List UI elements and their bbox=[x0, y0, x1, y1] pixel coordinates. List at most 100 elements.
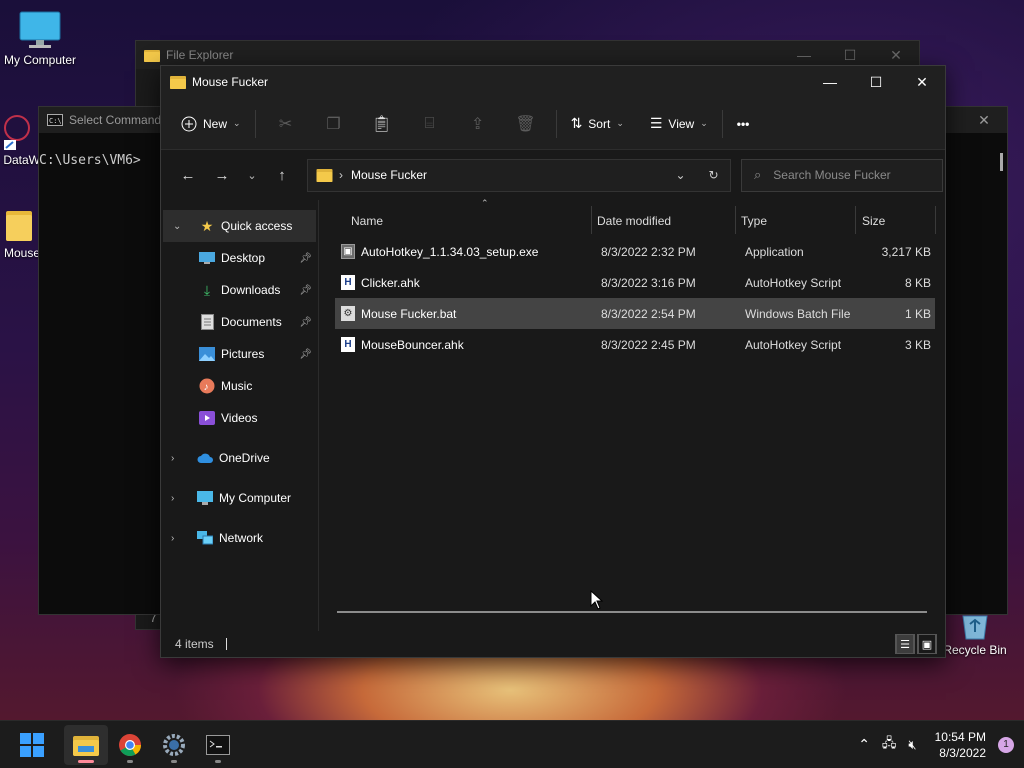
breadcrumb-current[interactable]: Mouse Fucker bbox=[351, 168, 427, 182]
pin-icon[interactable]: 📌︎ bbox=[299, 349, 312, 360]
rename-button[interactable]: ⌸ bbox=[406, 108, 454, 140]
nav-quick-access[interactable]: ⌄ ★ Quick access bbox=[163, 210, 316, 242]
up-button[interactable]: ↑ bbox=[265, 167, 299, 184]
ahk-script-icon: H bbox=[341, 275, 355, 290]
copy-button[interactable]: ❐ bbox=[310, 108, 358, 140]
sort-ascending-icon: ⌃ bbox=[481, 198, 489, 208]
application-icon: ▣ bbox=[341, 244, 355, 259]
view-label: View bbox=[668, 116, 695, 131]
share-button[interactable]: ⇪ bbox=[454, 108, 502, 140]
nav-item-downloads[interactable]: ⤓ Downloads 📌︎ bbox=[161, 274, 318, 306]
nav-item-desktop[interactable]: Desktop 📌︎ bbox=[161, 242, 318, 274]
nav-item-videos[interactable]: Videos bbox=[161, 402, 318, 434]
paste-button[interactable]: 📋︎ bbox=[358, 108, 406, 140]
file-row[interactable]: H MouseBouncer.ahk 8/3/2022 2:45 PM AutoH… bbox=[335, 329, 935, 360]
scrollbar[interactable] bbox=[991, 133, 1007, 614]
view-button[interactable]: ☰ View ⌄ bbox=[642, 108, 716, 140]
delete-button[interactable]: 🗑︎ bbox=[502, 108, 550, 140]
maximize-button[interactable]: ☐ bbox=[827, 47, 873, 64]
cut-button[interactable]: ✂ bbox=[262, 108, 310, 140]
clock-time: 10:54 PM bbox=[934, 729, 986, 744]
sort-button[interactable]: ⇅ Sort ⌄ bbox=[563, 108, 632, 140]
clock[interactable]: 10:54 PM 8/3/2022 bbox=[935, 729, 986, 761]
pin-icon[interactable]: 📌︎ bbox=[299, 253, 312, 264]
column-header-date[interactable]: Date modified bbox=[597, 206, 671, 236]
address-history-button[interactable]: ⌄ bbox=[664, 168, 697, 182]
close-button[interactable]: ✕ bbox=[961, 112, 1007, 129]
more-options-button[interactable]: ••• bbox=[729, 108, 758, 140]
column-divider[interactable] bbox=[935, 206, 936, 234]
forward-button[interactable]: → bbox=[205, 167, 239, 184]
column-header-type[interactable]: Type bbox=[741, 206, 767, 236]
nav-item-onedrive[interactable]: › OneDrive bbox=[161, 442, 318, 474]
close-button[interactable]: ✕ bbox=[873, 47, 919, 64]
arrow-right-icon: → bbox=[214, 166, 230, 184]
ahk-script-icon: H bbox=[341, 337, 355, 352]
file-explorer-window[interactable]: Mouse Fucker — ☐ ✕ New ⌄ ✂ ❐ 📋︎ ⌸ ⇪ 🗑︎ ⇅… bbox=[160, 65, 946, 658]
file-row-selected[interactable]: ⚙ Mouse Fucker.bat 8/3/2022 2:54 PM Windo… bbox=[335, 298, 935, 329]
toolbar-divider bbox=[721, 109, 723, 138]
nav-item-my-computer[interactable]: › My Computer bbox=[161, 482, 318, 514]
details-view-button[interactable]: ☰ bbox=[895, 634, 915, 654]
nav-item-network[interactable]: › Network bbox=[161, 522, 318, 554]
pin-icon[interactable]: 📌︎ bbox=[299, 317, 312, 328]
column-header-size[interactable]: Size bbox=[862, 206, 885, 236]
chevron-right-icon: › bbox=[171, 532, 175, 544]
nav-item-pictures[interactable]: Pictures 📌︎ bbox=[161, 338, 318, 370]
search-icon: ⌕ bbox=[754, 167, 762, 182]
desktop-icon-label: Recycle Bin bbox=[943, 643, 1007, 657]
volume-muted-icon[interactable]: 🔇︎ bbox=[908, 737, 916, 753]
desktop-icon-recycle-bin[interactable]: Recycle Bin bbox=[935, 612, 1015, 657]
taskbar-settings[interactable] bbox=[152, 725, 196, 765]
taskbar-terminal[interactable] bbox=[196, 725, 240, 765]
file-row[interactable]: ▣ AutoHotkey_1.1.34.03_setup.exe 8/3/2022… bbox=[335, 236, 935, 267]
new-button[interactable]: New ⌄ bbox=[173, 108, 249, 140]
chevron-up-icon[interactable]: ⌃ bbox=[858, 736, 870, 753]
horizontal-scrollbar[interactable] bbox=[337, 611, 927, 613]
recent-locations-button[interactable]: ⌄ bbox=[239, 169, 265, 182]
title-bar[interactable]: Mouse Fucker — ☐ ✕ bbox=[161, 66, 945, 98]
taskbar-chrome[interactable] bbox=[108, 725, 152, 765]
nav-label: My Computer bbox=[219, 491, 292, 505]
thumbnails-view-button[interactable]: ▣ bbox=[917, 634, 937, 654]
rename-icon: ⌸ bbox=[424, 114, 435, 132]
navigation-pane[interactable]: ⌄ ★ Quick access Desktop 📌︎ ⤓ Downloads … bbox=[161, 200, 319, 643]
scrollbar-thumb[interactable] bbox=[1000, 153, 1003, 171]
desktop-icon-mouse-folder[interactable]: Mouse bbox=[0, 205, 40, 260]
toolbar-divider bbox=[254, 109, 256, 138]
batch-file-icon: ⚙ bbox=[341, 306, 355, 321]
network-status-icon[interactable]: 🖧︎ bbox=[882, 734, 897, 756]
back-button[interactable]: ← bbox=[171, 167, 205, 184]
address-row: ← → ⌄ ↑ › Mouse Fucker ⌄ ↻ ⌕ Search Mous… bbox=[161, 150, 945, 200]
file-row[interactable]: H Clicker.ahk 8/3/2022 3:16 PM AutoHotkey… bbox=[335, 267, 935, 298]
address-bar[interactable]: › Mouse Fucker ⌄ ↻ bbox=[307, 158, 731, 192]
maximize-button[interactable]: ☐ bbox=[853, 66, 899, 98]
nav-label: Pictures bbox=[221, 347, 265, 361]
chevron-down-icon: ⌄ bbox=[233, 118, 241, 128]
trash-icon: 🗑︎ bbox=[515, 115, 536, 133]
taskbar-file-explorer[interactable] bbox=[64, 724, 108, 765]
cloud-icon bbox=[197, 450, 213, 466]
close-button[interactable]: ✕ bbox=[899, 66, 945, 98]
desktop-icon-my-computer[interactable]: My Computer bbox=[0, 10, 80, 67]
column-divider[interactable] bbox=[591, 206, 592, 234]
column-divider[interactable] bbox=[855, 206, 856, 234]
refresh-button[interactable]: ↻ bbox=[697, 168, 730, 182]
column-divider[interactable] bbox=[735, 206, 736, 234]
desktop-icon bbox=[199, 250, 215, 266]
desktop-icon-dataw[interactable]: DataW bbox=[0, 110, 40, 167]
pin-icon[interactable]: 📌︎ bbox=[299, 285, 312, 296]
folder-icon bbox=[6, 211, 32, 241]
column-header-row: ⌃ Name Date modified Type Size bbox=[335, 198, 945, 236]
search-input[interactable]: ⌕ Search Mouse Fucker bbox=[741, 158, 943, 192]
file-list[interactable]: ⌃ Name Date modified Type Size ▣ AutoHotk… bbox=[319, 198, 945, 643]
start-button[interactable] bbox=[10, 725, 54, 765]
nav-item-documents[interactable]: Documents 📌︎ bbox=[161, 306, 318, 338]
column-header-name[interactable]: Name bbox=[351, 206, 383, 236]
gear-icon bbox=[163, 733, 185, 756]
minimize-button[interactable]: — bbox=[807, 66, 853, 98]
notification-badge[interactable]: 1 bbox=[998, 736, 1014, 753]
minimize-button[interactable]: — bbox=[781, 47, 827, 64]
nav-item-music[interactable]: ♪ Music bbox=[161, 370, 318, 402]
file-type: AutoHotkey Script bbox=[745, 337, 842, 352]
